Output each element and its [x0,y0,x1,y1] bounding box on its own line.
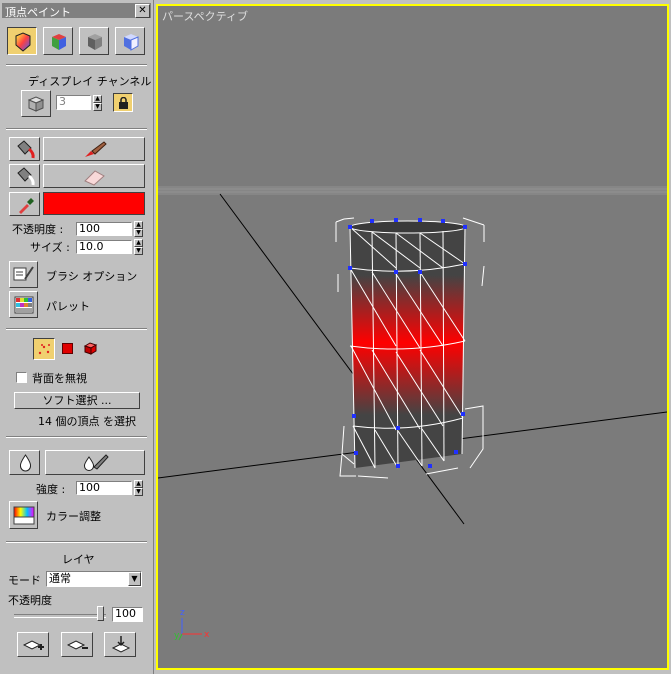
layer-remove-icon [67,640,88,650]
y-axis-line [178,633,183,641]
layer-opacity-slider-thumb[interactable] [97,606,104,621]
strength-label: 強度 : [36,483,66,496]
blur-brush-button[interactable] [45,450,145,475]
brush-settings-icon [13,266,34,281]
x-axis-label: x [204,630,210,640]
viewport-scene: z x y [158,186,667,641]
opacity-spinner[interactable]: ▲ ▼ [134,221,143,237]
paint-tool-button[interactable] [9,137,40,161]
close-button[interactable]: ✕ [135,4,150,18]
display-channel-label: ディスプレイ チャンネル [28,75,152,88]
new-layer-button[interactable] [17,632,49,657]
palette-button[interactable] [9,291,38,318]
soft-selection-label: ソフト選択 ... [42,394,112,407]
color-adjust-label: カラー調整 [46,510,101,523]
separator [6,436,147,438]
shaded-cube-icon [15,32,31,52]
ignore-backfacing-checkbox[interactable] [16,372,27,383]
soft-selection-button[interactable]: ソフト選択 ... [14,392,140,409]
layer-opacity-slider-track[interactable] [14,614,106,618]
face-selection-icon[interactable] [62,343,73,354]
separator [6,541,147,543]
eraser-button[interactable] [43,164,145,188]
perspective-viewport[interactable]: パースペクティブ z x y [156,4,669,670]
gray-cube-icon [88,34,102,50]
cylinder-mesh[interactable] [335,217,485,479]
layer-header: レイヤ [62,553,95,566]
brush-options-label: ブラシ オプション [46,270,138,283]
drop-brush-icon [83,454,109,471]
unshaded-cube-icon [52,34,66,50]
color-picker-button[interactable] [9,192,40,216]
see-through-cube-icon [124,34,139,51]
size-spinner[interactable]: ▲ ▼ [134,239,143,255]
selection-status-text: 14 個の頂点 を選択 [38,415,136,428]
disable-vertex-color-button[interactable] [79,27,109,55]
layer-mode-value: 通常 [49,572,71,585]
strength-field[interactable]: 100 [76,481,132,495]
show-in-viewport-button[interactable] [115,27,145,55]
size-field[interactable]: 10.0 [76,240,132,254]
erase-bucket-icon [17,167,35,186]
blur-tool-button[interactable] [9,450,40,475]
channel-cube-button[interactable] [21,90,51,117]
layer-opacity-label: 不透明度 [8,594,52,607]
delete-layer-button[interactable] [61,632,93,657]
ignore-backfacing-label: 背面を無視 [32,372,87,385]
chevron-down-icon[interactable]: ▼ [128,572,141,586]
color-adjust-icon [13,506,35,525]
separator [6,128,147,130]
drop-icon [19,454,32,472]
paint-bucket-icon [17,140,35,159]
vertex-dots-icon [38,344,50,355]
lock-button[interactable] [113,93,133,112]
lock-icon [119,97,128,109]
paintbrush-icon [85,141,107,157]
layer-mode-dropdown[interactable]: 通常 ▼ [46,571,142,587]
z-axis-label: z [180,608,185,618]
element-selection-icon[interactable] [83,341,98,356]
vertex-color-display-unshaded-button[interactable] [43,27,73,55]
display-channel-field[interactable]: 3 [56,95,91,110]
opacity-label: 不透明度 : [12,223,64,236]
axis-tripod: z x y [174,608,210,641]
title-bar[interactable]: 頂点ペイント ✕ [2,3,151,19]
layer-opacity-field[interactable]: 100 [112,607,143,622]
eraser-icon [84,170,105,186]
wire-cube-icon [27,96,45,112]
grid-horizon-band [158,186,667,195]
brush-options-button[interactable] [9,261,38,288]
paint-brush-button[interactable] [43,137,145,161]
erase-tool-button[interactable] [9,164,40,188]
vertex-color-display-shaded-button[interactable] [7,27,37,55]
separator [6,64,147,66]
size-label: サイズ : [30,241,70,254]
panel-title: 頂点ペイント [5,6,71,19]
layer-mode-label: モード [8,574,41,587]
separator [6,328,147,330]
vertex-selection-button[interactable] [33,338,55,360]
paint-color-swatch[interactable] [43,192,145,215]
color-adjust-button[interactable] [9,501,38,529]
strength-spinner[interactable]: ▲ ▼ [134,480,143,496]
layer-merge-icon [111,636,131,653]
layer-add-icon [23,640,44,650]
vertex-paint-panel: 頂点ペイント ✕ ディスプレイ チャンネル 3 ▲ ▼ 不透明度: 100 ▲… [0,0,154,674]
opacity-field[interactable]: 100 [76,222,132,236]
palette-icon [14,296,34,314]
display-channel-spinner[interactable]: ▲ ▼ [93,95,102,111]
eyedropper-icon [19,198,34,214]
palette-label: パレット [46,300,90,313]
condense-layers-button[interactable] [104,632,136,657]
cylinder-top [349,220,467,234]
y-axis-label: y [174,631,180,641]
